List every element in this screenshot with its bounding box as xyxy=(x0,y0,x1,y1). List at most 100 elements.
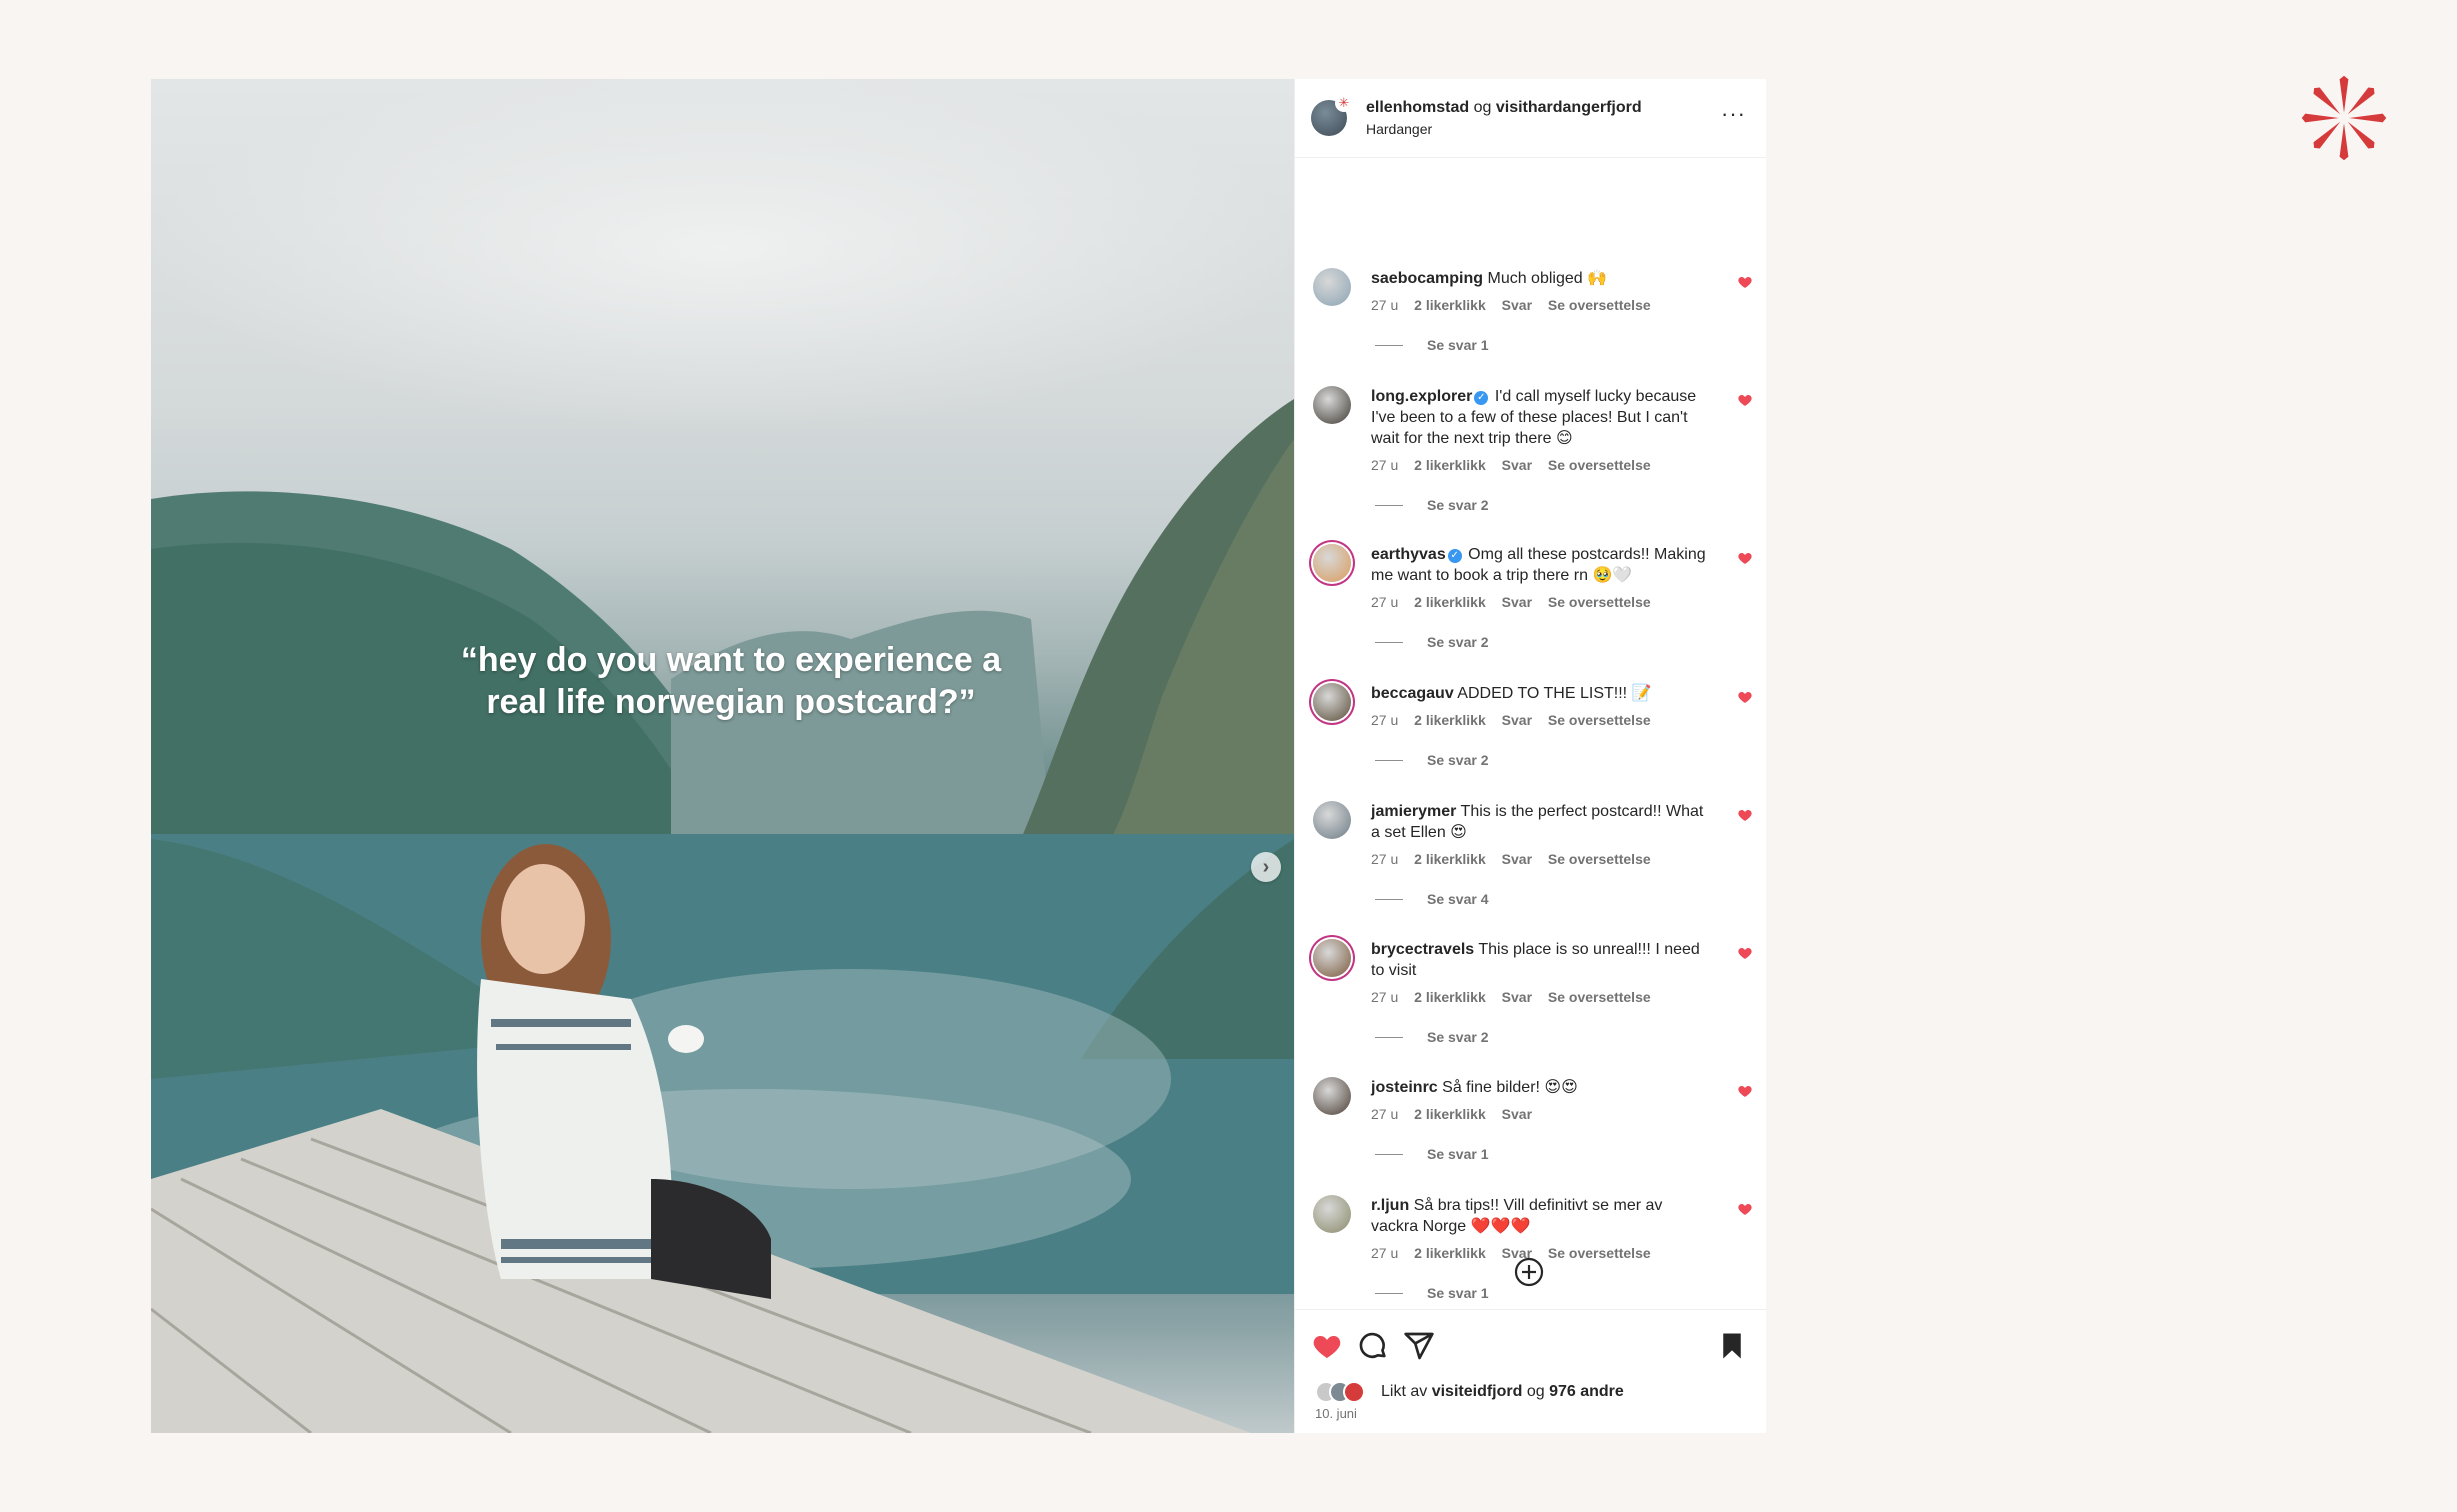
comment-username[interactable]: r.ljun xyxy=(1371,1197,1409,1214)
comment-likes[interactable]: 2 likerklikk xyxy=(1414,594,1486,610)
comment-translate-button[interactable]: Se oversettelse xyxy=(1548,989,1651,1005)
comment-reply-button[interactable]: Svar xyxy=(1502,989,1532,1005)
comment-reply-button[interactable]: Svar xyxy=(1502,712,1532,728)
comment-username[interactable]: saebocamping xyxy=(1371,270,1483,287)
bookmark-icon[interactable] xyxy=(1717,1330,1747,1362)
author-joiner: og xyxy=(1473,99,1492,116)
comment-text: ADDED TO THE LIST!!! 📝 xyxy=(1457,685,1652,702)
comment-translate-button[interactable]: Se oversettelse xyxy=(1548,712,1651,728)
fjord-scene xyxy=(151,399,1294,1433)
comment-likes[interactable]: 2 likerklikk xyxy=(1414,1245,1486,1261)
comment-likes[interactable]: 2 likerklikk xyxy=(1414,297,1486,313)
comment-translate-button[interactable]: Se oversettelse xyxy=(1548,851,1651,867)
image-caption-quote: “hey do you want to experience a real li… xyxy=(391,639,1071,723)
commenter-avatar[interactable] xyxy=(1313,683,1351,721)
view-replies-button[interactable]: Se svar 2 xyxy=(1375,1029,1489,1045)
author-avatar[interactable]: ✳ xyxy=(1311,94,1353,136)
view-replies-label: Se svar 2 xyxy=(1427,752,1489,768)
comment-reply-button[interactable]: Svar xyxy=(1502,457,1532,473)
view-replies-button[interactable]: Se svar 1 xyxy=(1375,1146,1489,1162)
chevron-right-icon[interactable]: › xyxy=(1251,852,1281,882)
comment-likes[interactable]: 2 likerklikk xyxy=(1414,1106,1486,1122)
comment-username[interactable]: earthyvas xyxy=(1371,546,1446,563)
comment-time: 27 u xyxy=(1371,297,1399,313)
comment-username[interactable]: beccagauv xyxy=(1371,685,1454,702)
commenter-avatar[interactable] xyxy=(1313,939,1351,977)
comment-heart-icon[interactable] xyxy=(1737,1201,1753,1217)
commenter-avatar[interactable] xyxy=(1313,1195,1351,1233)
likes-summary[interactable]: Likt av visiteidfjord og 976 andre xyxy=(1315,1381,1624,1403)
collaborator-avatar[interactable]: ✳ xyxy=(1335,94,1353,112)
post-date: 10. juni xyxy=(1315,1406,1357,1421)
comment-time: 27 u xyxy=(1371,851,1399,867)
commenter-avatar[interactable] xyxy=(1313,1077,1351,1115)
liked-user[interactable]: visiteidfjord xyxy=(1432,1383,1523,1401)
post-image[interactable]: “hey do you want to experience a real li… xyxy=(151,79,1294,1433)
quote-line-1: “hey do you want to experience a xyxy=(460,641,1002,679)
comment-username[interactable]: long.explorer xyxy=(1371,388,1472,405)
comment-likes[interactable]: 2 likerklikk xyxy=(1414,989,1486,1005)
comment-reply-button[interactable]: Svar xyxy=(1502,851,1532,867)
comment-heart-icon[interactable] xyxy=(1737,945,1753,961)
liked-others[interactable]: 976 andre xyxy=(1549,1383,1624,1401)
comment-time: 27 u xyxy=(1371,1245,1399,1261)
replies-divider xyxy=(1375,1153,1403,1155)
comment-translate-button[interactable]: Se oversettelse xyxy=(1548,457,1651,473)
comment-reply-button[interactable]: Svar xyxy=(1502,594,1532,610)
instagram-post: “hey do you want to experience a real li… xyxy=(151,79,1767,1433)
commenter-avatar[interactable] xyxy=(1313,544,1351,582)
comment-time: 27 u xyxy=(1371,594,1399,610)
comment-reply-button[interactable]: Svar xyxy=(1502,1106,1532,1122)
heart-icon[interactable] xyxy=(1311,1330,1343,1362)
comment-translate-button[interactable]: Se oversettelse xyxy=(1548,297,1651,313)
verified-badge-icon: ✓ xyxy=(1447,549,1462,563)
post-actions: Likt av visiteidfjord og 976 andre 10. j… xyxy=(1295,1309,1767,1433)
verified-badge-icon: ✓ xyxy=(1474,391,1489,405)
post-header-names: ellenhomstad og visithardangerfjord Hard… xyxy=(1366,98,1642,138)
more-icon[interactable]: ··· xyxy=(1721,101,1746,127)
comment-time: 27 u xyxy=(1371,1106,1399,1122)
comment-heart-icon[interactable] xyxy=(1737,274,1753,290)
commenter-avatar[interactable] xyxy=(1313,386,1351,424)
view-replies-button[interactable]: Se svar 2 xyxy=(1375,752,1489,768)
comments-list: saebocamping Much obliged 🙌 27 u 2 liker… xyxy=(1295,158,1767,1388)
liked-prefix: Likt av xyxy=(1381,1383,1428,1400)
view-replies-button[interactable]: Se svar 1 xyxy=(1375,1285,1489,1301)
view-replies-button[interactable]: Se svar 2 xyxy=(1375,634,1489,650)
author-username[interactable]: ellenhomstad xyxy=(1366,99,1469,116)
comment-username[interactable]: josteinrc xyxy=(1371,1079,1438,1096)
post-header: ✳ ellenhomstad og visithardangerfjord Ha… xyxy=(1295,79,1766,158)
commenter-avatar[interactable] xyxy=(1313,801,1351,839)
share-icon[interactable] xyxy=(1403,1330,1435,1362)
comment-heart-icon[interactable] xyxy=(1737,689,1753,705)
comment-time: 27 u xyxy=(1371,457,1399,473)
comment-likes[interactable]: 2 likerklikk xyxy=(1414,851,1486,867)
view-replies-label: Se svar 2 xyxy=(1427,1029,1489,1045)
comment-likes[interactable]: 2 likerklikk xyxy=(1414,457,1486,473)
comment-heart-icon[interactable] xyxy=(1737,392,1753,408)
post-sidebar: ✳ ellenhomstad og visithardangerfjord Ha… xyxy=(1294,79,1767,1433)
comment-username[interactable]: brycectravels xyxy=(1371,941,1474,958)
replies-divider xyxy=(1375,504,1403,506)
comment-translate-button[interactable]: Se oversettelse xyxy=(1548,1245,1651,1261)
comment-reply-button[interactable]: Svar xyxy=(1502,297,1532,313)
post-location[interactable]: Hardanger xyxy=(1366,120,1642,138)
comment-username[interactable]: jamierymer xyxy=(1371,803,1456,820)
comment-heart-icon[interactable] xyxy=(1737,807,1753,823)
commenter-avatar[interactable] xyxy=(1313,268,1351,306)
view-replies-label: Se svar 2 xyxy=(1427,634,1489,650)
view-replies-label: Se svar 4 xyxy=(1427,891,1489,907)
view-replies-button[interactable]: Se svar 2 xyxy=(1375,497,1489,513)
view-replies-button[interactable]: Se svar 1 xyxy=(1375,337,1489,353)
view-replies-label: Se svar 2 xyxy=(1427,497,1489,513)
comment-icon[interactable] xyxy=(1357,1330,1389,1362)
comment-text: Så bra tips!! Vill definitivt se mer av … xyxy=(1371,1197,1663,1235)
comment-heart-icon[interactable] xyxy=(1737,550,1753,566)
comment-heart-icon[interactable] xyxy=(1737,1083,1753,1099)
collaborator-username[interactable]: visithardangerfjord xyxy=(1496,99,1642,116)
comment-likes[interactable]: 2 likerklikk xyxy=(1414,712,1486,728)
view-replies-button[interactable]: Se svar 4 xyxy=(1375,891,1489,907)
liked-joiner: og xyxy=(1526,1383,1545,1400)
add-circle-icon[interactable] xyxy=(1513,1256,1545,1288)
comment-translate-button[interactable]: Se oversettelse xyxy=(1548,594,1651,610)
